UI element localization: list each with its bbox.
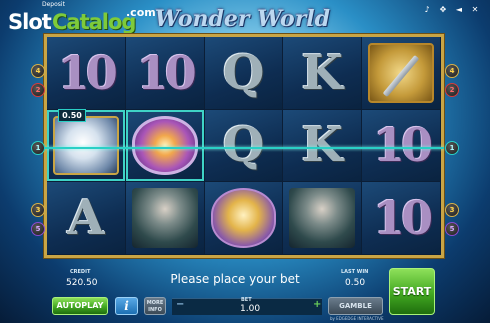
reel-cell: Q <box>204 109 284 183</box>
line-marker-left-3: 3 <box>31 203 45 217</box>
line-marker-right-4: 4 <box>445 64 459 78</box>
reel-cell <box>362 37 441 110</box>
line-marker-left-4: 4 <box>31 64 45 78</box>
slotcatalog-logo: Slot Catalog .com <box>4 2 156 36</box>
reel-cell: A <box>47 182 126 255</box>
bet-decrease-button[interactable]: − <box>176 299 184 310</box>
reels-frame: 10 10 Q K Q K 10 A 10 <box>44 34 444 258</box>
reel-cell <box>125 182 205 255</box>
reel-cell: 10 <box>47 37 126 110</box>
symbol-label: A <box>67 190 105 247</box>
bet-increase-button[interactable]: + <box>313 299 321 310</box>
more-info-button[interactable]: MORE INFO <box>144 297 166 315</box>
line-marker-left-5: 5 <box>31 222 45 236</box>
credit-label: CREDIT <box>70 269 91 275</box>
reel-cell: K <box>283 109 363 183</box>
reel-cell: 10 <box>125 37 205 110</box>
reel-cell <box>125 109 205 183</box>
line-marker-left-1: 1 <box>31 141 45 155</box>
reel-cell <box>283 182 363 255</box>
close-icon[interactable]: ✕ <box>470 5 480 15</box>
symbol-label: Q <box>222 117 265 174</box>
line-marker-right-5: 5 <box>445 222 459 236</box>
line-marker-right-1: 1 <box>445 141 459 155</box>
last-win-label: LAST WIN <box>341 269 369 275</box>
win-amount-badge: 0.50 <box>58 109 86 122</box>
sound-icon[interactable]: ◄ <box>454 5 464 15</box>
status-message: Please place your bet <box>170 272 300 286</box>
reel-cell <box>204 182 284 255</box>
bet-value: 1.00 <box>240 304 261 314</box>
reel-cell: Q <box>204 37 284 110</box>
wizard-symbol-icon <box>289 188 356 248</box>
bet-label: BET <box>241 297 252 303</box>
symbol-label: K <box>301 44 344 101</box>
reel-cell: 10 <box>362 109 441 183</box>
start-button[interactable]: START <box>389 268 435 315</box>
provider-brand: by EDGEDGE INTERACTIVE <box>330 316 384 321</box>
symbol-label: 10 <box>136 45 197 100</box>
symbol-label: Q <box>222 44 265 101</box>
autoplay-button[interactable]: AUTOPLAY <box>52 297 108 315</box>
logo-slot-text: Slot <box>8 10 52 34</box>
last-win-value: 0.50 <box>345 278 366 288</box>
symbol-label: 10 <box>373 191 433 246</box>
symbol-label: 10 <box>57 45 118 100</box>
wizard-symbol-icon <box>131 188 198 248</box>
logo-catalog-text: Catalog <box>52 10 136 34</box>
top-icon-bar: ♪ ✥ ◄ ✕ <box>422 5 480 15</box>
music-icon[interactable]: ♪ <box>422 5 432 15</box>
credit-value: 520.50 <box>66 278 98 288</box>
line-marker-right-3: 3 <box>445 203 459 217</box>
symbol-label: 10 <box>373 118 433 173</box>
gamble-button[interactable]: GAMBLE <box>328 297 383 315</box>
reel-cell: 10 <box>362 182 441 255</box>
game-title: Wonder World <box>154 6 331 32</box>
reel-cell: K <box>283 37 363 110</box>
portal-symbol-icon <box>131 115 198 176</box>
line-marker-left-2: 2 <box>31 83 45 97</box>
win-line <box>44 147 444 149</box>
settings-icon[interactable]: ✥ <box>438 5 448 15</box>
line-marker-right-2: 2 <box>445 83 459 97</box>
deposit-link[interactable]: Deposit <box>42 1 65 8</box>
symbol-label: K <box>301 117 344 174</box>
unicorn-symbol-icon <box>53 115 119 176</box>
castle-symbol-icon <box>210 188 277 248</box>
reels-grid: 10 10 Q K Q K 10 A 10 <box>47 37 441 255</box>
info-button[interactable]: i <box>115 297 138 315</box>
